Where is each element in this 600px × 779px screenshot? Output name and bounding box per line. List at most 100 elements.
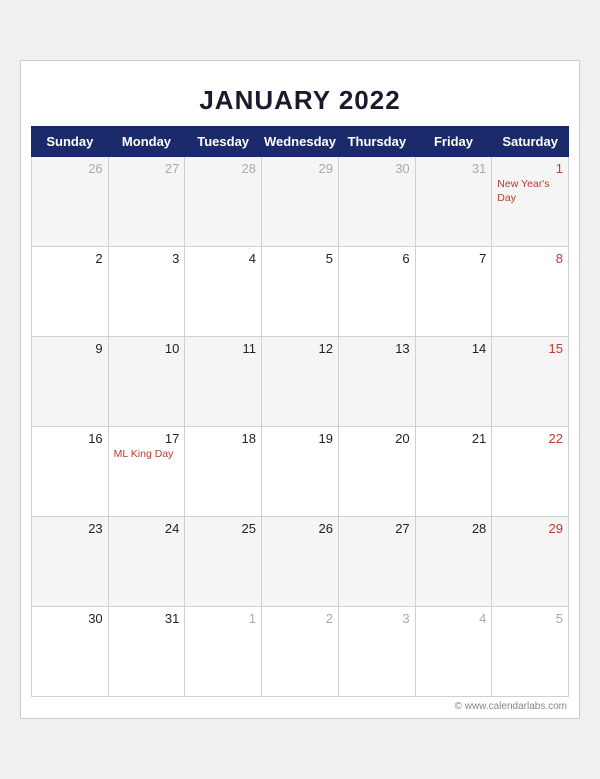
calendar-day-cell: 30 xyxy=(338,157,415,247)
calendar-day-cell: 31 xyxy=(108,607,185,697)
calendar-day-cell: 26 xyxy=(261,517,338,607)
calendar-day-cell: 11 xyxy=(185,337,262,427)
calendar-day-cell: 25 xyxy=(185,517,262,607)
day-header: Monday xyxy=(108,127,185,157)
calendar-day-cell: 1 xyxy=(185,607,262,697)
calendar-day-cell: 9 xyxy=(32,337,109,427)
day-number: 10 xyxy=(114,341,180,356)
day-number: 18 xyxy=(190,431,256,446)
calendar-container: JANUARY 2022 SundayMondayTuesdayWednesda… xyxy=(20,60,580,719)
calendar-week-row: 9 10 11 12 13 14 15 xyxy=(32,337,569,427)
calendar-day-cell: 3 xyxy=(108,247,185,337)
day-number: 19 xyxy=(267,431,333,446)
calendar-day-cell: 27 xyxy=(108,157,185,247)
day-number: 4 xyxy=(421,611,487,626)
day-number: 22 xyxy=(497,431,563,446)
day-number: 12 xyxy=(267,341,333,356)
day-number: 1 xyxy=(190,611,256,626)
calendar-week-row: 26 27 28 29 30 31 1 New Year's Day xyxy=(32,157,569,247)
calendar-day-cell: 8 xyxy=(492,247,569,337)
day-number: 15 xyxy=(497,341,563,356)
calendar-day-cell: 20 xyxy=(338,427,415,517)
calendar-day-cell: 3 xyxy=(338,607,415,697)
day-number: 6 xyxy=(344,251,410,266)
day-number: 1 xyxy=(497,161,563,176)
day-number: 2 xyxy=(267,611,333,626)
day-number: 29 xyxy=(497,521,563,536)
calendar-day-cell: 26 xyxy=(32,157,109,247)
calendar-footer: © www.calendarlabs.com xyxy=(31,697,569,713)
day-number: 23 xyxy=(37,521,103,536)
calendar-day-cell: 22 xyxy=(492,427,569,517)
calendar-day-cell: 6 xyxy=(338,247,415,337)
day-number: 29 xyxy=(267,161,333,176)
calendar-day-cell: 29 xyxy=(261,157,338,247)
calendar-day-cell: 29 xyxy=(492,517,569,607)
day-header: Friday xyxy=(415,127,492,157)
day-number: 26 xyxy=(37,161,103,176)
day-number: 31 xyxy=(114,611,180,626)
calendar-day-cell: 5 xyxy=(492,607,569,697)
calendar-day-cell: 12 xyxy=(261,337,338,427)
calendar-day-cell: 13 xyxy=(338,337,415,427)
calendar-week-row: 2345678 xyxy=(32,247,569,337)
holiday-label: New Year's Day xyxy=(497,178,563,205)
day-number: 21 xyxy=(421,431,487,446)
day-header: Thursday xyxy=(338,127,415,157)
calendar-day-cell: 18 xyxy=(185,427,262,517)
calendar-day-cell: 1 New Year's Day xyxy=(492,157,569,247)
day-header: Wednesday xyxy=(261,127,338,157)
day-number: 2 xyxy=(37,251,103,266)
day-number: 7 xyxy=(421,251,487,266)
day-number: 30 xyxy=(344,161,410,176)
calendar-day-cell: 30 xyxy=(32,607,109,697)
calendar-title: JANUARY 2022 xyxy=(31,71,569,126)
calendar-day-cell: 5 xyxy=(261,247,338,337)
calendar-table: SundayMondayTuesdayWednesdayThursdayFrid… xyxy=(31,126,569,697)
day-number: 5 xyxy=(267,251,333,266)
calendar-header-row: SundayMondayTuesdayWednesdayThursdayFrid… xyxy=(32,127,569,157)
calendar-day-cell: 15 xyxy=(492,337,569,427)
calendar-day-cell: 4 xyxy=(415,607,492,697)
day-number: 25 xyxy=(190,521,256,536)
day-number: 16 xyxy=(37,431,103,446)
day-number: 14 xyxy=(421,341,487,356)
calendar-day-cell: 27 xyxy=(338,517,415,607)
day-number: 3 xyxy=(114,251,180,266)
day-number: 26 xyxy=(267,521,333,536)
calendar-day-cell: 10 xyxy=(108,337,185,427)
calendar-day-cell: 16 xyxy=(32,427,109,517)
day-number: 27 xyxy=(114,161,180,176)
calendar-day-cell: 28 xyxy=(415,517,492,607)
calendar-day-cell: 2 xyxy=(261,607,338,697)
day-number: 17 xyxy=(114,431,180,446)
day-header: Sunday xyxy=(32,127,109,157)
calendar-day-cell: 4 xyxy=(185,247,262,337)
calendar-day-cell: 31 xyxy=(415,157,492,247)
day-number: 24 xyxy=(114,521,180,536)
calendar-day-cell: 28 xyxy=(185,157,262,247)
day-number: 27 xyxy=(344,521,410,536)
calendar-day-cell: 17 ML King Day xyxy=(108,427,185,517)
calendar-day-cell: 24 xyxy=(108,517,185,607)
day-number: 8 xyxy=(497,251,563,266)
day-number: 20 xyxy=(344,431,410,446)
day-number: 3 xyxy=(344,611,410,626)
day-number: 13 xyxy=(344,341,410,356)
holiday-label: ML King Day xyxy=(114,448,180,462)
calendar-day-cell: 7 xyxy=(415,247,492,337)
day-number: 28 xyxy=(421,521,487,536)
day-number: 11 xyxy=(190,341,256,356)
day-number: 5 xyxy=(497,611,563,626)
day-header: Saturday xyxy=(492,127,569,157)
day-number: 9 xyxy=(37,341,103,356)
day-number: 28 xyxy=(190,161,256,176)
calendar-day-cell: 19 xyxy=(261,427,338,517)
day-header: Tuesday xyxy=(185,127,262,157)
calendar-day-cell: 23 xyxy=(32,517,109,607)
calendar-week-row: 23 24 25 26 27 28 29 xyxy=(32,517,569,607)
day-number: 30 xyxy=(37,611,103,626)
calendar-day-cell: 2 xyxy=(32,247,109,337)
calendar-week-row: 16 17 ML King Day 18 19 20 21 22 xyxy=(32,427,569,517)
calendar-week-row: 30 31 12345 xyxy=(32,607,569,697)
